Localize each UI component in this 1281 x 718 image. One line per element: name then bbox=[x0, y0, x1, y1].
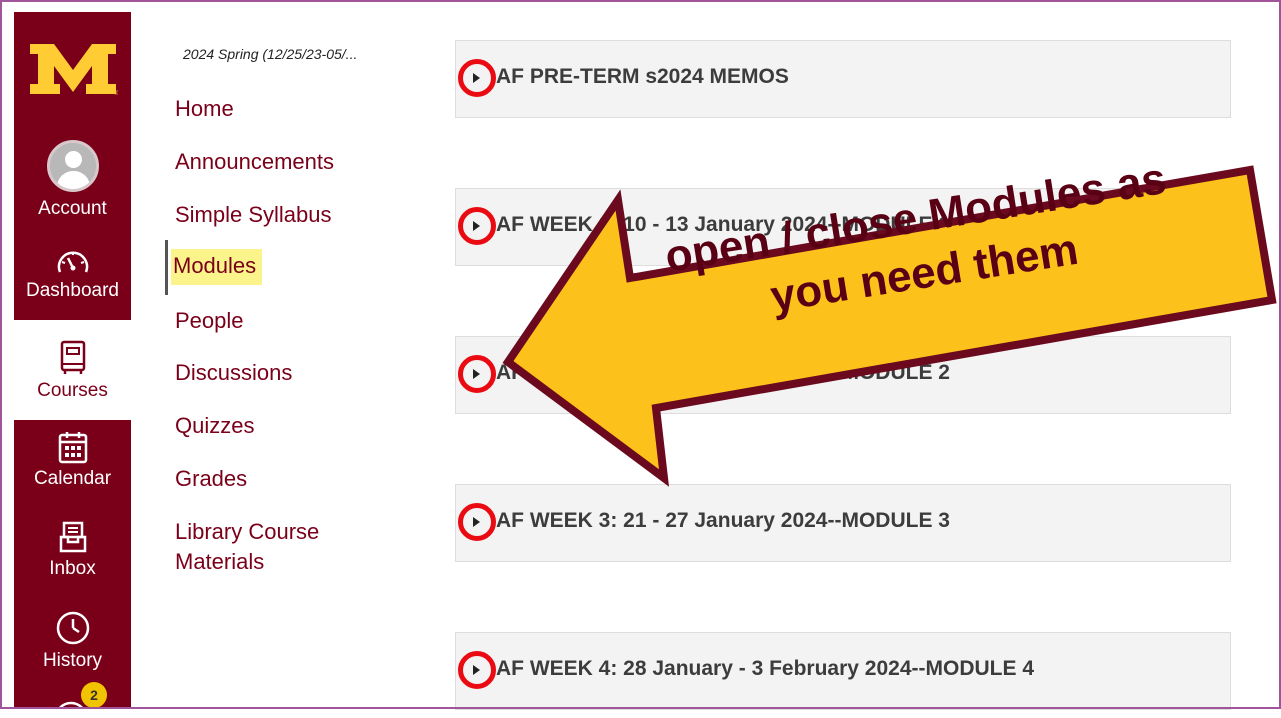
nav-dashboard-label: Dashboard bbox=[26, 280, 119, 301]
calendar-icon bbox=[58, 432, 87, 464]
nav-inbox[interactable]: Inbox bbox=[14, 520, 131, 590]
course-nav-modules[interactable]: Modules bbox=[171, 249, 263, 285]
avatar-icon bbox=[46, 140, 99, 192]
expand-toggle-icon[interactable] bbox=[458, 59, 496, 97]
module-title: AF WEEK 4: 28 January - 3 February 2024-… bbox=[496, 657, 1034, 680]
nav-history[interactable]: History bbox=[14, 610, 131, 680]
module-title: AF WEEK 3: 21 - 27 January 2024--MODULE … bbox=[496, 509, 950, 532]
expand-toggle-icon[interactable] bbox=[458, 651, 496, 689]
nav-courses-label: Courses bbox=[37, 380, 108, 401]
help-notification-badge: 2 bbox=[81, 682, 107, 708]
course-nav-simple-syllabus[interactable]: Simple Syllabus bbox=[175, 202, 332, 228]
nav-courses[interactable]: Courses bbox=[14, 320, 131, 420]
expand-toggle-icon[interactable] bbox=[458, 355, 496, 393]
svg-text:®: ® bbox=[114, 90, 118, 96]
course-nav-materials[interactable]: Materials bbox=[175, 549, 264, 575]
module-header[interactable]: AF WEEK 4: 28 January - 3 February 2024-… bbox=[455, 632, 1231, 710]
module-header[interactable]: AF PRE-TERM s2024 MEMOS bbox=[455, 40, 1231, 118]
course-nav-quizzes[interactable]: Quizzes bbox=[175, 413, 254, 439]
module-header[interactable]: AF WEEK 2: 14 - 20 January 2024--MODULE … bbox=[455, 336, 1231, 414]
book-icon bbox=[60, 340, 85, 374]
course-nav-home[interactable]: Home bbox=[175, 96, 234, 122]
nav-calendar[interactable]: Calendar bbox=[14, 430, 131, 500]
expand-toggle-icon[interactable] bbox=[458, 503, 496, 541]
course-nav-library-course[interactable]: Library Course bbox=[175, 519, 319, 545]
global-nav: ® Account Dashboard Courses Calendar Inb… bbox=[14, 12, 131, 718]
nav-account[interactable]: Account bbox=[14, 140, 131, 230]
course-nav-grades[interactable]: Grades bbox=[175, 466, 247, 492]
term-label: 2024 Spring (12/25/23-05/... bbox=[183, 46, 358, 62]
nav-calendar-label: Calendar bbox=[33, 468, 112, 489]
nav-inbox-label: Inbox bbox=[49, 558, 96, 579]
nav-history-label: History bbox=[42, 650, 103, 671]
nav-dashboard[interactable]: Dashboard bbox=[14, 248, 131, 320]
active-indicator bbox=[165, 240, 168, 295]
module-title: AF WEEK 2: 14 - 20 January 2024--MODULE … bbox=[496, 361, 950, 384]
nav-account-label: Account bbox=[38, 198, 107, 219]
speedometer-icon bbox=[57, 251, 88, 273]
expand-toggle-icon[interactable] bbox=[458, 207, 496, 245]
course-nav-people[interactable]: People bbox=[175, 308, 244, 334]
inbox-icon bbox=[59, 521, 86, 553]
course-nav-discussions[interactable]: Discussions bbox=[175, 360, 292, 386]
module-title: AF PRE-TERM s2024 MEMOS bbox=[496, 65, 789, 88]
course-nav-announcements[interactable]: Announcements bbox=[175, 149, 334, 175]
callout-text: open / close Modules as you need them bbox=[595, 141, 1245, 352]
module-header[interactable]: AF WEEK 3: 21 - 27 January 2024--MODULE … bbox=[455, 484, 1231, 562]
university-logo[interactable]: ® bbox=[28, 42, 118, 96]
clock-icon bbox=[56, 611, 89, 645]
